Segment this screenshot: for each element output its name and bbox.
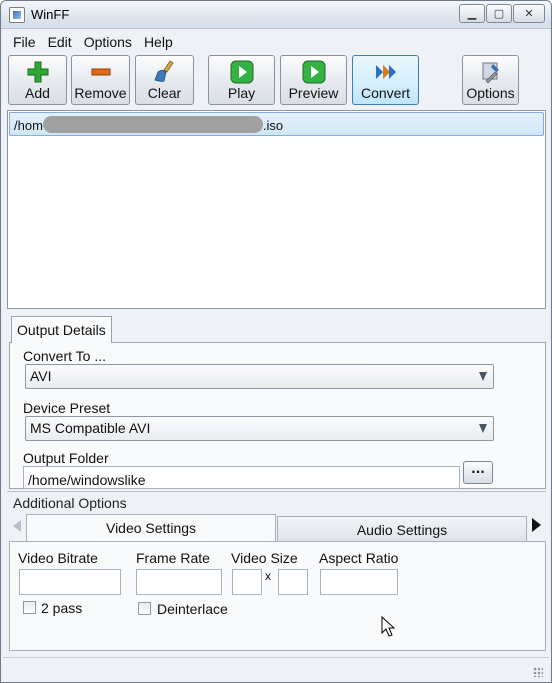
- tab-scroll-left-icon[interactable]: [13, 520, 21, 532]
- menu-options[interactable]: Options: [78, 32, 138, 52]
- video-height-field[interactable]: [278, 569, 308, 595]
- broom-icon: [153, 60, 174, 82]
- video-size-x-label: x: [265, 569, 271, 583]
- output-folder-label: Output Folder: [23, 450, 109, 466]
- convert-label: Convert: [360, 85, 411, 101]
- minus-icon: [91, 68, 110, 76]
- remove-label: Remove: [74, 85, 127, 101]
- clear-button[interactable]: Clear: [135, 55, 194, 105]
- close-button[interactable]: ✕: [513, 4, 545, 23]
- preview-icon: [302, 60, 325, 84]
- convert-to-label: Convert To ...: [23, 348, 107, 364]
- status-bar: [3, 657, 549, 681]
- aspect-ratio-label: Aspect Ratio: [319, 550, 399, 566]
- play-label: Play: [227, 85, 256, 101]
- output-details-panel: Convert To ... AVI Device Preset MS Comp…: [9, 342, 546, 489]
- app-icon[interactable]: [9, 7, 25, 23]
- device-preset-select[interactable]: MS Compatible AVI: [25, 416, 494, 441]
- video-bitrate-field[interactable]: [19, 569, 121, 595]
- minimize-button[interactable]: ▁: [459, 4, 485, 23]
- device-preset-label: Device Preset: [23, 400, 111, 416]
- video-size-label: Video Size: [231, 550, 298, 566]
- plus-icon: [27, 61, 48, 83]
- maximize-icon: ▢: [493, 7, 505, 20]
- video-settings-panel: Video Bitrate Frame Rate Video Size x As…: [9, 541, 546, 651]
- add-button[interactable]: Add: [8, 55, 67, 105]
- aspect-ratio-field[interactable]: [320, 569, 398, 595]
- menu-help[interactable]: Help: [138, 32, 179, 52]
- menu-edit[interactable]: Edit: [42, 32, 78, 52]
- options-label: Options: [466, 85, 515, 101]
- remove-button[interactable]: Remove: [71, 55, 130, 105]
- add-label: Add: [25, 85, 50, 101]
- frame-rate-field[interactable]: [136, 569, 222, 595]
- deinterlace-checkbox[interactable]: [138, 602, 151, 615]
- convert-button[interactable]: Convert: [352, 55, 419, 105]
- video-width-field[interactable]: [232, 569, 262, 595]
- window-title: WinFF: [31, 7, 70, 22]
- frame-rate-label: Frame Rate: [136, 550, 210, 566]
- resize-grip-icon[interactable]: [533, 667, 543, 677]
- additional-options-title: Additional Options: [13, 495, 127, 511]
- device-preset-value: MS Compatible AVI: [30, 420, 151, 436]
- convert-to-value: AVI: [30, 368, 52, 384]
- play-icon: [230, 60, 253, 84]
- file-list-item[interactable]: /hom .iso: [9, 112, 544, 136]
- winff-window: WinFF ▁ ▢ ✕ File Edit Options Help Add R…: [0, 0, 552, 683]
- chevron-down-icon: [479, 424, 487, 433]
- preview-button[interactable]: Preview: [280, 55, 347, 105]
- tab-video-settings[interactable]: Video Settings: [26, 514, 276, 541]
- file-path-start: /hom: [14, 118, 43, 133]
- tab-scroll-right-icon[interactable]: [532, 518, 541, 532]
- redacted-path: [42, 116, 263, 133]
- tab-output-details[interactable]: Output Details: [11, 316, 112, 343]
- tab-audio-settings[interactable]: Audio Settings: [277, 516, 527, 541]
- menu-bar: File Edit Options Help: [1, 30, 551, 53]
- minimize-icon: ▁: [467, 7, 477, 20]
- preview-label: Preview: [288, 85, 339, 101]
- mouse-cursor-icon: [381, 616, 395, 637]
- title-bar[interactable]: WinFF ▁ ▢ ✕: [1, 1, 551, 29]
- maximize-button[interactable]: ▢: [486, 4, 512, 23]
- video-bitrate-label: Video Bitrate: [18, 550, 98, 566]
- deinterlace-label: Deinterlace: [157, 601, 228, 617]
- two-pass-checkbox[interactable]: [23, 601, 36, 614]
- two-pass-label: 2 pass: [41, 600, 83, 616]
- convert-to-select[interactable]: AVI: [25, 364, 494, 389]
- output-folder-field[interactable]: /home/windowslike: [23, 466, 460, 489]
- file-path-end: .iso: [262, 118, 284, 133]
- tools-icon: [482, 62, 499, 84]
- clear-label: Clear: [147, 85, 182, 101]
- convert-arrows-icon: [375, 65, 396, 79]
- close-icon: ✕: [524, 7, 534, 20]
- file-list[interactable]: /hom .iso: [7, 110, 546, 309]
- options-button[interactable]: Options: [462, 55, 519, 105]
- menu-file[interactable]: File: [7, 32, 42, 52]
- play-button[interactable]: Play: [208, 55, 275, 105]
- toolbar: Add Remove Clear Play Preview Convert Op…: [1, 54, 551, 106]
- browse-folder-button[interactable]: ...: [463, 461, 493, 484]
- chevron-down-icon: [479, 372, 487, 381]
